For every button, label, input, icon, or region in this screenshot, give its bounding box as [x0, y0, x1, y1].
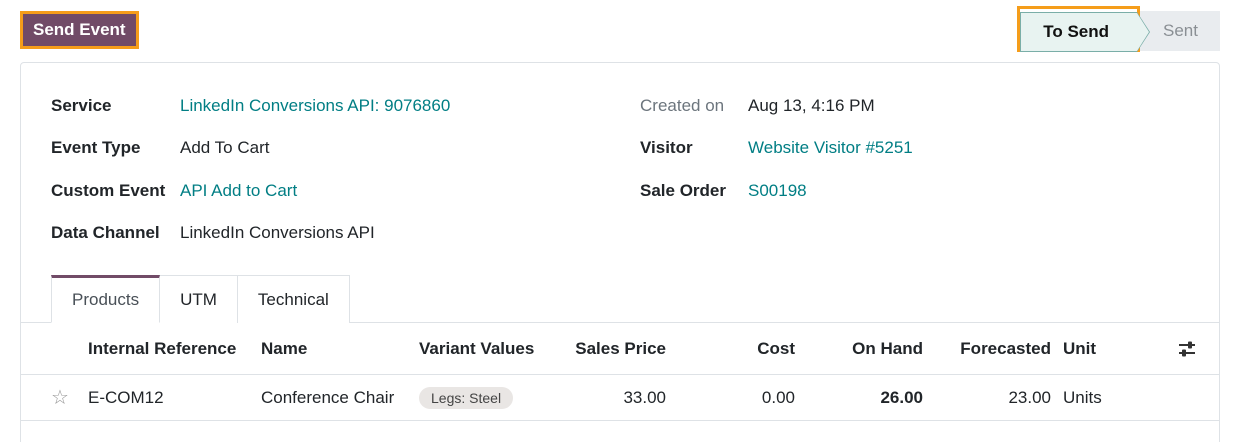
table-row[interactable]: ☆ E-COM12 Conference Chair Legs: Steel 3…	[21, 375, 1219, 421]
column-header-variant-values[interactable]: Variant Values	[419, 323, 534, 374]
field-custom-event: Custom Event API Add to Cart	[51, 170, 297, 212]
table-header: Internal Reference Name Variant Values S…	[21, 323, 1219, 375]
notebook-tabs: Products UTM Technical	[51, 275, 350, 323]
data-channel-value: LinkedIn Conversions API	[180, 223, 375, 242]
column-header-name[interactable]: Name	[261, 323, 307, 374]
field-event-type: Event Type Add To Cart	[51, 127, 269, 169]
field-service: Service LinkedIn Conversions API: 907686…	[51, 85, 450, 127]
cell-name: Conference Chair	[261, 387, 395, 407]
status-bar: To Send Sent	[1017, 6, 1220, 52]
send-event-highlight: Send Event	[20, 11, 139, 49]
service-link[interactable]: LinkedIn Conversions API: 9076860	[180, 96, 450, 116]
column-header-forecasted[interactable]: Forecasted	[941, 323, 1051, 374]
variant-badge: Legs: Steel	[419, 386, 514, 409]
field-label: Created on	[640, 96, 725, 115]
cell-variant-values: Legs: Steel	[419, 375, 514, 420]
custom-event-link[interactable]: API Add to Cart	[180, 181, 297, 201]
send-event-button[interactable]: Send Event	[23, 14, 136, 46]
field-label: Sale Order	[640, 181, 726, 200]
column-header-sales-price[interactable]: Sales Price	[561, 323, 666, 374]
event-type-value: Add To Cart	[180, 138, 270, 157]
star-icon[interactable]: ☆	[51, 375, 69, 420]
created-on-value: Aug 13, 4:16 PM	[748, 96, 875, 115]
column-header-cost[interactable]: Cost	[701, 323, 795, 374]
column-header-internal-reference[interactable]: Internal Reference	[88, 323, 236, 374]
status-highlight: To Send	[1017, 6, 1150, 52]
field-sale-order: Sale Order S00198	[640, 170, 807, 212]
cell-cost: 0.00	[761, 387, 795, 407]
cell-on-hand: 26.00	[880, 387, 923, 407]
status-to-send[interactable]: To Send	[1020, 12, 1150, 52]
field-data-channel: Data Channel LinkedIn Conversions API	[51, 212, 375, 254]
column-header-on-hand[interactable]: On Hand	[821, 323, 923, 374]
tab-products[interactable]: Products	[51, 275, 161, 323]
field-label: Event Type	[51, 138, 141, 157]
field-label: Service	[51, 96, 112, 115]
form-sheet: Service LinkedIn Conversions API: 907686…	[20, 62, 1220, 442]
field-label: Custom Event	[51, 181, 166, 200]
tab-utm[interactable]: UTM	[159, 275, 238, 323]
field-visitor: Visitor Website Visitor #5251	[640, 127, 913, 169]
sale-order-link[interactable]: S00198	[748, 181, 807, 201]
cell-sales-price: 33.00	[623, 387, 666, 407]
optional-columns-icon[interactable]	[1177, 323, 1197, 374]
field-label: Visitor	[640, 138, 693, 157]
visitor-link[interactable]: Website Visitor #5251	[748, 138, 913, 158]
cell-internal-reference: E-COM12	[88, 387, 164, 407]
cell-unit: Units	[1063, 387, 1102, 407]
field-created-on: Created on Aug 13, 4:16 PM	[640, 85, 875, 127]
tab-technical[interactable]: Technical	[236, 275, 350, 323]
column-header-unit[interactable]: Unit	[1063, 323, 1096, 374]
cell-forecasted: 23.00	[1008, 387, 1051, 407]
field-label: Data Channel	[51, 223, 160, 242]
